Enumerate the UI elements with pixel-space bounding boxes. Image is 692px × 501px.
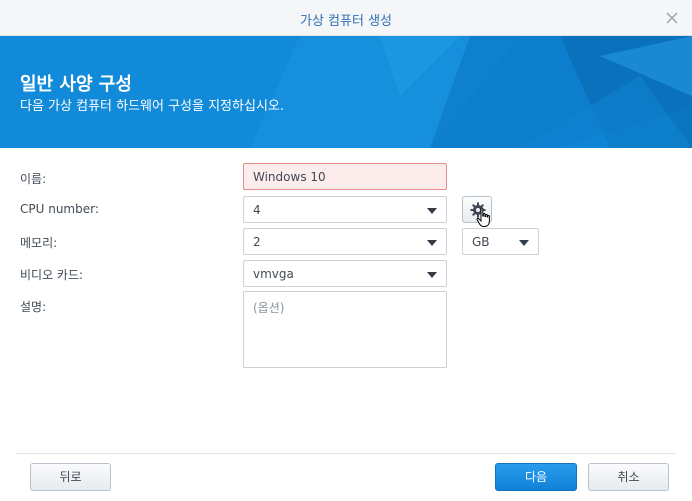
video-card-label: 비디오 카드: — [20, 268, 84, 282]
dialog-titlebar: 가상 컴퓨터 생성 — [0, 0, 692, 36]
hand-cursor-icon — [476, 207, 490, 227]
name-label: 이름: — [20, 172, 47, 186]
name-input-value: Windows 10 — [253, 170, 326, 184]
description-textarea[interactable]: (옵션) — [243, 291, 447, 368]
memory-unit-value: GB — [472, 235, 490, 249]
banner-heading: 일반 사양 구성 — [20, 74, 132, 95]
chevron-down-icon — [427, 208, 437, 214]
chevron-down-icon — [427, 240, 437, 246]
memory-select-value: 2 — [253, 235, 261, 249]
cpu-select[interactable]: 4 — [243, 196, 447, 223]
cpu-select-value: 4 — [253, 203, 261, 217]
video-card-select[interactable]: vmvga — [243, 260, 447, 287]
close-icon[interactable] — [662, 8, 682, 28]
footer-divider — [16, 453, 676, 454]
chevron-down-icon — [519, 240, 529, 246]
chevron-down-icon — [427, 272, 437, 278]
banner-subheading: 다음 가상 컴퓨터 하드웨어 구성을 지정하십시오. — [20, 99, 284, 114]
description-label: 설명: — [20, 300, 47, 314]
cpu-label: CPU number: — [20, 202, 99, 216]
next-button[interactable]: 다음 — [495, 463, 577, 491]
description-placeholder: (옵션) — [253, 301, 285, 315]
memory-select[interactable]: 2 — [243, 228, 447, 255]
name-input[interactable]: Windows 10 — [243, 163, 447, 190]
header-banner: 일반 사양 구성 다음 가상 컴퓨터 하드웨어 구성을 지정하십시오. — [0, 36, 692, 148]
memory-label: 메모리: — [20, 236, 58, 250]
dialog-title: 가상 컴퓨터 생성 — [300, 14, 392, 29]
memory-unit-select[interactable]: GB — [462, 228, 539, 255]
cancel-button[interactable]: 취소 — [588, 463, 669, 491]
back-button[interactable]: 뒤로 — [30, 463, 111, 491]
video-card-select-value: vmvga — [253, 267, 294, 281]
